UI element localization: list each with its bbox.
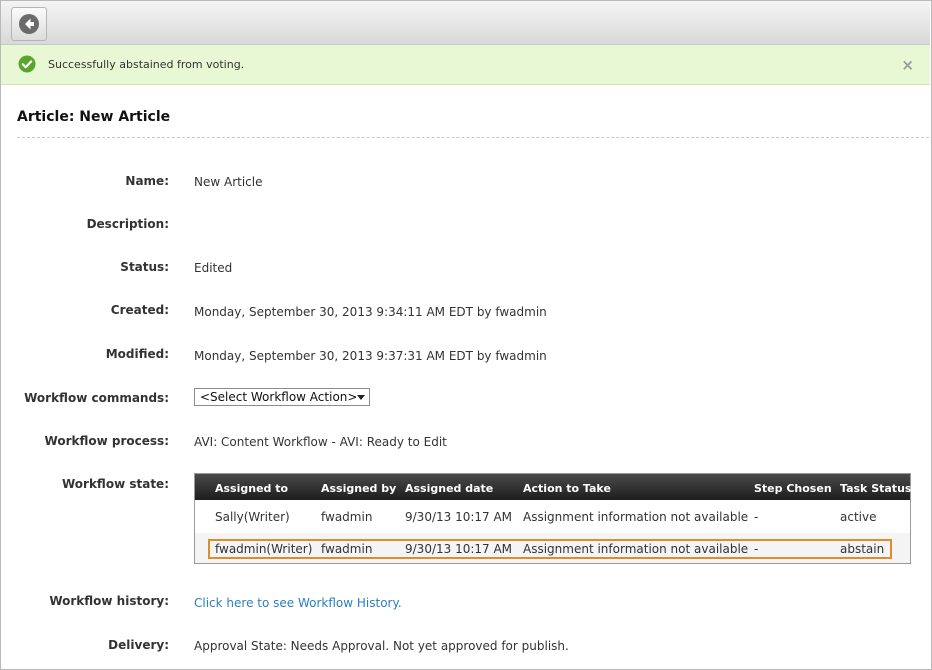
highlight-box xyxy=(208,539,892,559)
table-cell: active xyxy=(840,510,877,524)
notice-message: Successfully abstained from voting. xyxy=(48,58,245,71)
check-circle-icon xyxy=(18,55,36,73)
page-title: Article: New Article xyxy=(17,109,171,125)
modified-label: Modified: xyxy=(105,347,169,361)
workflow-history-link[interactable]: Click here to see Workflow History. xyxy=(194,596,402,610)
column-header: Action to Take xyxy=(523,482,611,495)
column-header: Task Status xyxy=(840,482,912,495)
column-header: Assigned to xyxy=(215,482,289,495)
workflow-commands-label: Workflow commands: xyxy=(24,391,169,405)
column-header: Step Chosen xyxy=(754,482,832,495)
table-cell: - xyxy=(754,510,759,524)
back-arrow-icon xyxy=(19,14,39,34)
chevron-down-icon xyxy=(357,395,365,400)
table-cell: 9/30/13 10:17 AM xyxy=(405,510,513,524)
status-value: Edited xyxy=(194,261,233,275)
title-divider xyxy=(17,137,929,138)
description-label: Description: xyxy=(86,217,169,231)
name-label: Name: xyxy=(125,174,169,188)
name-value: New Article xyxy=(194,175,263,189)
status-label: Status: xyxy=(120,260,169,274)
window-frame xyxy=(0,0,932,670)
modified-value: Monday, September 30, 2013 9:37:31 AM ED… xyxy=(194,349,547,363)
delivery-value: Approval State: Needs Approval. Not yet … xyxy=(194,639,569,653)
created-label: Created: xyxy=(110,303,169,317)
workflow-process-label: Workflow process: xyxy=(44,434,169,448)
toolbar xyxy=(1,1,930,45)
table-cell: Sally(Writer) xyxy=(215,510,290,524)
delivery-label: Delivery: xyxy=(108,638,169,652)
success-notice: Successfully abstained from voting. × xyxy=(1,45,930,85)
workflow-state-label: Workflow state: xyxy=(61,477,169,491)
column-header: Assigned date xyxy=(405,482,494,495)
workflow-action-select[interactable]: <Select Workflow Action> xyxy=(194,388,370,406)
column-header: Assigned by xyxy=(321,482,397,495)
created-value: Monday, September 30, 2013 9:34:11 AM ED… xyxy=(194,305,547,319)
table-header: Assigned to Assigned by Assigned date Ac… xyxy=(195,474,912,500)
workflow-action-selected: <Select Workflow Action> xyxy=(200,390,358,404)
workflow-process-value: AVI: Content Workflow - AVI: Ready to Ed… xyxy=(194,435,447,449)
table-cell: Assignment information not available xyxy=(523,510,749,524)
workflow-state-table: Assigned to Assigned by Assigned date Ac… xyxy=(194,473,911,564)
table-cell: fwadmin xyxy=(321,510,373,524)
back-button[interactable] xyxy=(11,7,47,41)
close-icon[interactable]: × xyxy=(901,58,914,73)
workflow-history-label: Workflow history: xyxy=(49,594,169,608)
